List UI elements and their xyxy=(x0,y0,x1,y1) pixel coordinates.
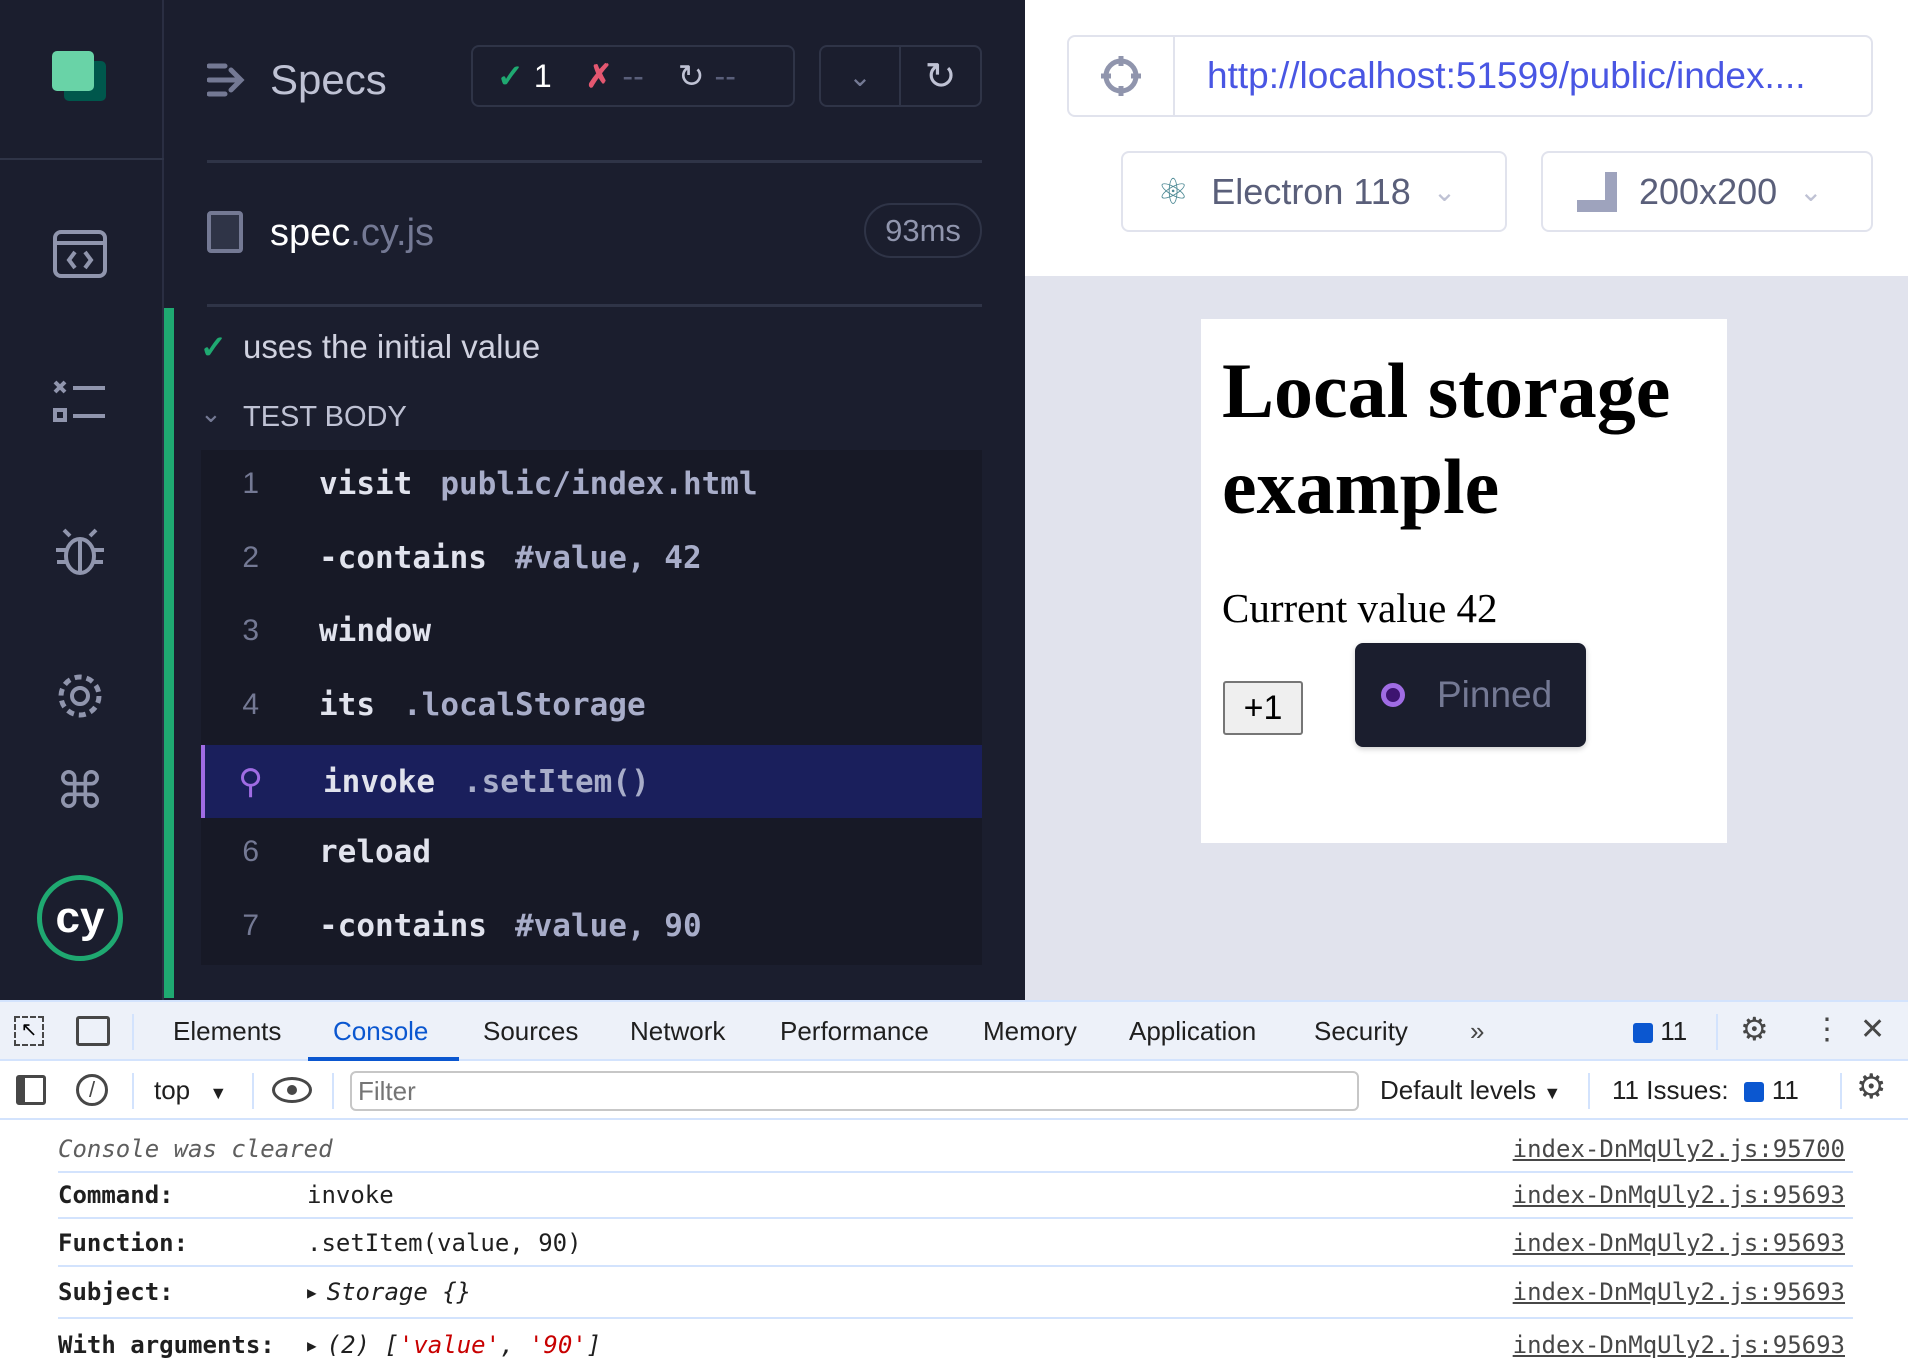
spec-duration-badge: 93ms xyxy=(864,203,982,258)
tab-network[interactable]: Network xyxy=(630,1016,725,1047)
value: 42 xyxy=(1456,585,1498,631)
test-body-label[interactable]: TEST BODY xyxy=(243,401,407,434)
app-frame: Local storage example Current value 42 +… xyxy=(1201,319,1727,843)
tab-performance[interactable]: Performance xyxy=(780,1016,929,1047)
failed-count: -- xyxy=(622,57,644,94)
device-toolbar-icon[interactable] xyxy=(76,1016,110,1046)
log-levels-select[interactable]: Default levels ▼ xyxy=(1380,1075,1561,1106)
tab-console[interactable]: Console xyxy=(333,1016,428,1047)
cypress-runner: ⌘ cy Specs ✓ 1 ✗ -- ↻ -- ⌄ ↻ spec.cy.js … xyxy=(0,0,1025,1000)
context-select[interactable]: top ▼ xyxy=(154,1075,227,1106)
console-message: Subject: ▶ Storage {} index-DnMqUly2.js:956… xyxy=(58,1267,1853,1319)
settings-gear-icon[interactable] xyxy=(52,668,108,724)
source-link[interactable]: index-DnMqUly2.js:95693 xyxy=(1513,1229,1845,1257)
url-text[interactable]: http://localhost:51599/public/index.... xyxy=(1207,55,1806,97)
source-link[interactable]: index-DnMqUly2.js:95693 xyxy=(1513,1181,1845,1209)
issues-icon xyxy=(1743,1082,1764,1103)
fail-x-icon: ✗ xyxy=(585,58,613,94)
filter-input[interactable] xyxy=(350,1071,1359,1111)
issues-icon xyxy=(1633,1023,1653,1044)
pin-icon xyxy=(1381,683,1405,707)
debug-bug-icon[interactable] xyxy=(52,523,108,579)
console-settings-gear-icon[interactable]: ⚙ xyxy=(1856,1067,1886,1107)
console-message: Command: invoke index-DnMqUly2.js:95693 xyxy=(58,1173,1853,1219)
more-options-icon[interactable]: ⋮ xyxy=(1812,1012,1842,1047)
tab-application[interactable]: Application xyxy=(1129,1016,1256,1047)
tab-memory[interactable]: Memory xyxy=(983,1016,1077,1047)
console-toolbar: / top ▼ Default levels ▼ 11 Issues: 11 ⚙ xyxy=(0,1061,1908,1120)
expand-triangle-icon[interactable]: ▶ xyxy=(307,1336,317,1355)
inspect-element-icon[interactable]: ↖ xyxy=(14,1016,44,1046)
tab-sources[interactable]: Sources xyxy=(483,1016,578,1047)
console-message: Function: .setItem(value, 90) index-DnMqUl… xyxy=(58,1221,1853,1267)
specs-icon xyxy=(206,62,247,103)
app-logo[interactable] xyxy=(52,51,108,101)
devtools-panel: ↖ Elements Console Sources Network Perfo… xyxy=(0,1000,1908,1372)
selector-playground-crosshair-icon[interactable] xyxy=(1069,37,1175,115)
keyboard-shortcuts-icon[interactable]: ⌘ xyxy=(52,762,108,820)
chevron-down-icon: ⌄ xyxy=(1799,176,1823,207)
source-link[interactable]: index-DnMqUly2.js:95693 xyxy=(1513,1278,1845,1306)
divider xyxy=(0,158,164,160)
app-under-test: Local storage example Current value 42 +… xyxy=(1025,276,1908,1000)
tab-security[interactable]: Security xyxy=(1314,1016,1408,1047)
rerun-button[interactable]: ↻ xyxy=(901,47,980,105)
increment-button[interactable]: +1 xyxy=(1223,681,1303,735)
sidebar: ⌘ cy xyxy=(0,0,164,1000)
source-link[interactable]: index-DnMqUly2.js:95693 xyxy=(1513,1331,1845,1359)
specs-code-icon[interactable] xyxy=(52,226,108,282)
close-icon[interactable]: ✕ xyxy=(1860,1012,1885,1047)
command-row[interactable]: 3 window xyxy=(201,594,982,667)
command-row[interactable]: 6 reload xyxy=(201,815,982,888)
expand-triangle-icon[interactable]: ▶ xyxy=(307,1283,317,1302)
command-row[interactable]: 7 -contains #value, 90 xyxy=(201,889,982,962)
issues-badge[interactable]: 11 xyxy=(1633,1016,1687,1047)
devtools-tab-bar: ↖ Elements Console Sources Network Perfo… xyxy=(0,1000,1908,1061)
spec-file-icon xyxy=(207,211,243,253)
divider xyxy=(207,304,982,307)
more-tabs-icon[interactable]: » xyxy=(1470,1016,1484,1047)
pinned-tooltip: Pinned xyxy=(1355,643,1586,747)
clear-console-icon[interactable]: / xyxy=(76,1074,108,1106)
browser-header: http://localhost:51599/public/index.... … xyxy=(1025,0,1908,276)
pass-check-icon: ✓ xyxy=(497,58,524,94)
page-heading: Local storage example xyxy=(1222,347,1671,530)
console-message: Console was cleared index-DnMqUly2.js:957… xyxy=(58,1127,1853,1173)
command-row[interactable]: 1 visit public/index.html xyxy=(201,447,982,520)
command-row-pinned[interactable]: ⚲ invoke .setItem() xyxy=(201,745,982,818)
command-row[interactable]: 4 its .localStorage xyxy=(201,668,982,741)
sidebar-toggle-icon[interactable] xyxy=(16,1075,46,1105)
test-pass-indicator xyxy=(164,308,174,998)
test-pass-check-icon: ✓ xyxy=(200,329,227,365)
pin-icon: ⚲ xyxy=(238,762,263,801)
spec-filename: spec.cy.js xyxy=(270,212,435,254)
current-value-text: Current value 42 xyxy=(1222,585,1498,631)
settings-gear-icon[interactable]: ⚙ xyxy=(1740,1010,1769,1048)
runner-controls: ⌄ ↻ xyxy=(819,45,982,107)
electron-icon: ⚛ xyxy=(1157,170,1190,212)
command-row[interactable]: 2 -contains #value, 42 xyxy=(201,521,982,594)
divider xyxy=(207,160,982,163)
issues-link[interactable]: 11 Issues: 11 xyxy=(1612,1075,1799,1106)
url-bar[interactable]: http://localhost:51599/public/index.... xyxy=(1067,35,1873,117)
specs-title[interactable]: Specs xyxy=(270,56,387,104)
console-message: With arguments: ▶ (2) ['value', '90'] index… xyxy=(58,1331,1845,1359)
collapse-chevron-button[interactable]: ⌄ xyxy=(821,47,901,105)
browser-select[interactable]: ⚛ Electron 118 ⌄ xyxy=(1121,151,1507,232)
live-expression-eye-icon[interactable] xyxy=(272,1077,312,1103)
chevron-down-icon: ⌄ xyxy=(1432,176,1457,207)
pending-spinner-icon: ↻ xyxy=(677,58,705,94)
viewport-select[interactable]: 200x200 ⌄ xyxy=(1541,151,1873,232)
runs-list-icon[interactable] xyxy=(52,374,108,430)
test-stats: ✓ 1 ✗ -- ↻ -- xyxy=(471,45,795,107)
tab-elements[interactable]: Elements xyxy=(173,1016,281,1047)
section-chevron-icon[interactable]: ⌄ xyxy=(200,398,222,429)
test-title[interactable]: uses the initial value xyxy=(243,328,540,366)
source-link[interactable]: index-DnMqUly2.js:95700 xyxy=(1513,1135,1845,1163)
passed-count: 1 xyxy=(533,57,552,94)
ruler-icon xyxy=(1577,171,1617,212)
cypress-logo[interactable]: cy xyxy=(37,875,123,961)
pending-count: -- xyxy=(714,57,736,94)
